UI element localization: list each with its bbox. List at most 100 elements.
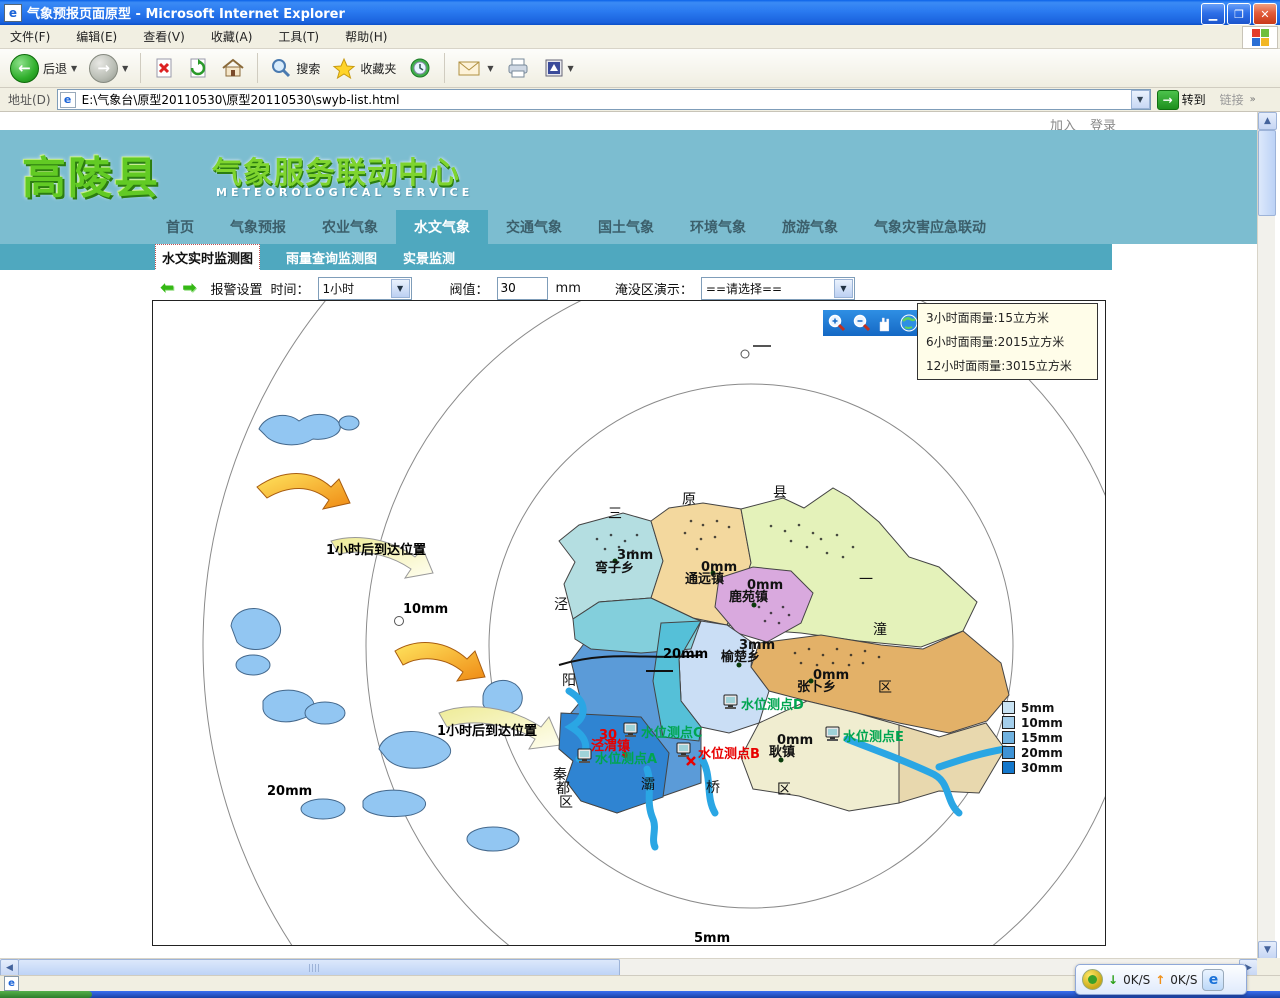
svg-text:阳: 阳 (562, 673, 576, 689)
svg-text:0mm: 0mm (701, 560, 737, 575)
search-button[interactable]: 搜索 (266, 55, 324, 81)
close-button[interactable]: ✕ (1253, 3, 1277, 25)
nav-disaster-emergency[interactable]: 气象灾害应急联动 (856, 210, 1004, 244)
history-button[interactable] (404, 54, 436, 82)
start-button[interactable] (0, 991, 92, 998)
vertical-scroll-thumb[interactable] (1258, 130, 1276, 216)
threshold-unit: mm (556, 281, 581, 296)
svg-text:区: 区 (559, 795, 573, 811)
restore-button[interactable]: ❐ (1227, 3, 1251, 25)
horizontal-scrollbar[interactable]: ◀ ▶ (0, 958, 1257, 976)
links-label[interactable]: 链接 (1220, 91, 1244, 108)
nav-weather-forecast[interactable]: 气象预报 (212, 210, 304, 244)
zoom-in-icon[interactable] (827, 313, 847, 333)
back-button[interactable]: ← 后退 ▼ (6, 52, 81, 85)
favorites-button[interactable]: 收藏夹 (328, 55, 400, 81)
time-select[interactable]: 1小时 ▼ (318, 277, 412, 300)
home-icon (221, 57, 245, 79)
subnav-live-monitor[interactable]: 实景监测 (403, 248, 455, 267)
station-D-label: 水位测点D (741, 697, 804, 713)
threshold-label: 阀值： (450, 279, 489, 298)
contour-label-5mm: 5mm (694, 931, 730, 945)
legend-swatch (1002, 701, 1015, 714)
threshold-input[interactable] (497, 277, 548, 300)
print-button[interactable] (502, 55, 536, 81)
stop-button[interactable] (149, 55, 179, 81)
menu-bar: 文件(F) 编辑(E) 查看(V) 收藏(A) 工具(T) 帮助(H) (0, 25, 1280, 49)
prev-arrow-icon[interactable]: ⬅ (160, 278, 174, 298)
scroll-up-icon[interactable]: ▲ (1258, 112, 1277, 130)
subnav-rain-query-map[interactable]: 雨量查询监测图 (286, 248, 377, 267)
ie-tray-icon[interactable]: e (1202, 969, 1224, 991)
forward-button[interactable]: → ▼ (85, 52, 132, 85)
svg-text:灞: 灞 (641, 777, 655, 793)
next-arrow-icon[interactable]: ➡ (182, 278, 196, 298)
globe-icon[interactable] (899, 313, 919, 333)
logo-county: 高陵县 (22, 142, 160, 206)
download-arrow-icon: ↓ (1108, 973, 1118, 987)
search-icon (270, 57, 292, 79)
menu-view[interactable]: 查看(V) (143, 28, 185, 45)
minimize-button[interactable]: ▁ (1201, 3, 1225, 25)
vertical-scrollbar[interactable]: ▲ ▼ (1257, 112, 1275, 958)
page-content: 加入 登录 高陵县 气象服务联动中心 METEOROLOGICAL SERVIC… (0, 112, 1257, 958)
menu-favorites[interactable]: 收藏(A) (211, 28, 253, 45)
pan-hand-icon[interactable] (876, 313, 894, 333)
mail-button[interactable]: ▼ (453, 56, 497, 80)
refresh-button[interactable] (183, 55, 213, 81)
stop-icon (153, 57, 175, 79)
contour-label-20mm-inner: 20mm (663, 647, 708, 662)
rainfall-3h: 3小时面雨量:15立方米 (926, 309, 1097, 326)
refresh-icon (187, 57, 209, 79)
upload-speed: 0K/S (1170, 973, 1197, 987)
station-C-label: 水位测点C (641, 725, 703, 741)
nav-home[interactable]: 首页 (148, 210, 212, 244)
history-icon (408, 56, 432, 80)
nav-environment[interactable]: 环境气象 (672, 210, 764, 244)
site-header: 高陵县 气象服务联动中心 METEOROLOGICAL SERVICE (0, 130, 1257, 210)
menu-edit[interactable]: 编辑(E) (76, 28, 117, 45)
net-speed-widget[interactable]: ↓ 0K/S ↑ 0K/S e (1075, 964, 1247, 995)
edit-button[interactable]: ▼ (540, 56, 578, 80)
zoom-out-icon[interactable] (852, 313, 872, 333)
svg-text:泾: 泾 (554, 597, 568, 613)
svg-text:区: 区 (878, 680, 892, 696)
menu-file[interactable]: 文件(F) (10, 28, 50, 45)
subnav-realtime-map[interactable]: 水文实时监测图 (155, 244, 260, 271)
upload-arrow-icon: ↑ (1155, 973, 1165, 987)
nav-agriculture[interactable]: 农业气象 (304, 210, 396, 244)
map-area[interactable]: 10mm 20mm 5mm 20mm 1小时后到达位置 1小时后到达位置 弯子乡… (152, 300, 1106, 946)
rainfall-info-box: 3小时面雨量:15立方米 6小时面雨量:2015立方米 12小时面雨量:3015… (917, 303, 1098, 380)
svg-text:潼: 潼 (873, 621, 887, 638)
address-field[interactable]: e ▼ (57, 89, 1151, 110)
svg-text:30: 30 (599, 728, 617, 743)
window-title: 气象预报页面原型 - Microsoft Internet Explorer (27, 3, 345, 22)
time-label: 时间： (271, 279, 310, 298)
forward-dropdown-icon[interactable]: ▼ (122, 64, 128, 73)
flood-demo-select[interactable]: ==请选择== ▼ (701, 277, 855, 300)
nav-hydrology[interactable]: 水文气象 (396, 210, 488, 244)
back-dropdown-icon[interactable]: ▼ (71, 64, 77, 73)
nav-land[interactable]: 国土气象 (580, 210, 672, 244)
scroll-down-icon[interactable]: ▼ (1258, 941, 1277, 959)
address-bar: 地址(D) e ▼ → 转到 链接 » (0, 88, 1280, 112)
menu-help[interactable]: 帮助(H) (345, 28, 387, 45)
go-button[interactable]: → 转到 (1157, 90, 1206, 110)
mail-icon (457, 58, 483, 78)
menu-tools[interactable]: 工具(T) (278, 28, 319, 45)
svg-text:3mm: 3mm (617, 548, 653, 563)
nav-traffic[interactable]: 交通气象 (488, 210, 580, 244)
star-icon (332, 57, 356, 79)
legend-swatch (1002, 746, 1015, 759)
nav-tourism[interactable]: 旅游气象 (764, 210, 856, 244)
svg-text:0mm: 0mm (747, 578, 783, 593)
home-button[interactable] (217, 55, 249, 81)
title-bar: e 气象预报页面原型 - Microsoft Internet Explorer… (0, 0, 1280, 25)
address-input[interactable] (80, 92, 1127, 108)
360-safety-icon (1082, 969, 1103, 990)
svg-text:3mm: 3mm (739, 638, 775, 653)
address-dropdown-icon[interactable]: ▼ (1131, 90, 1150, 109)
svg-text:0mm: 0mm (813, 668, 849, 683)
chevron-down-icon: ▼ (391, 279, 410, 298)
flood-demo-label: 淹没区演示： (615, 279, 693, 298)
